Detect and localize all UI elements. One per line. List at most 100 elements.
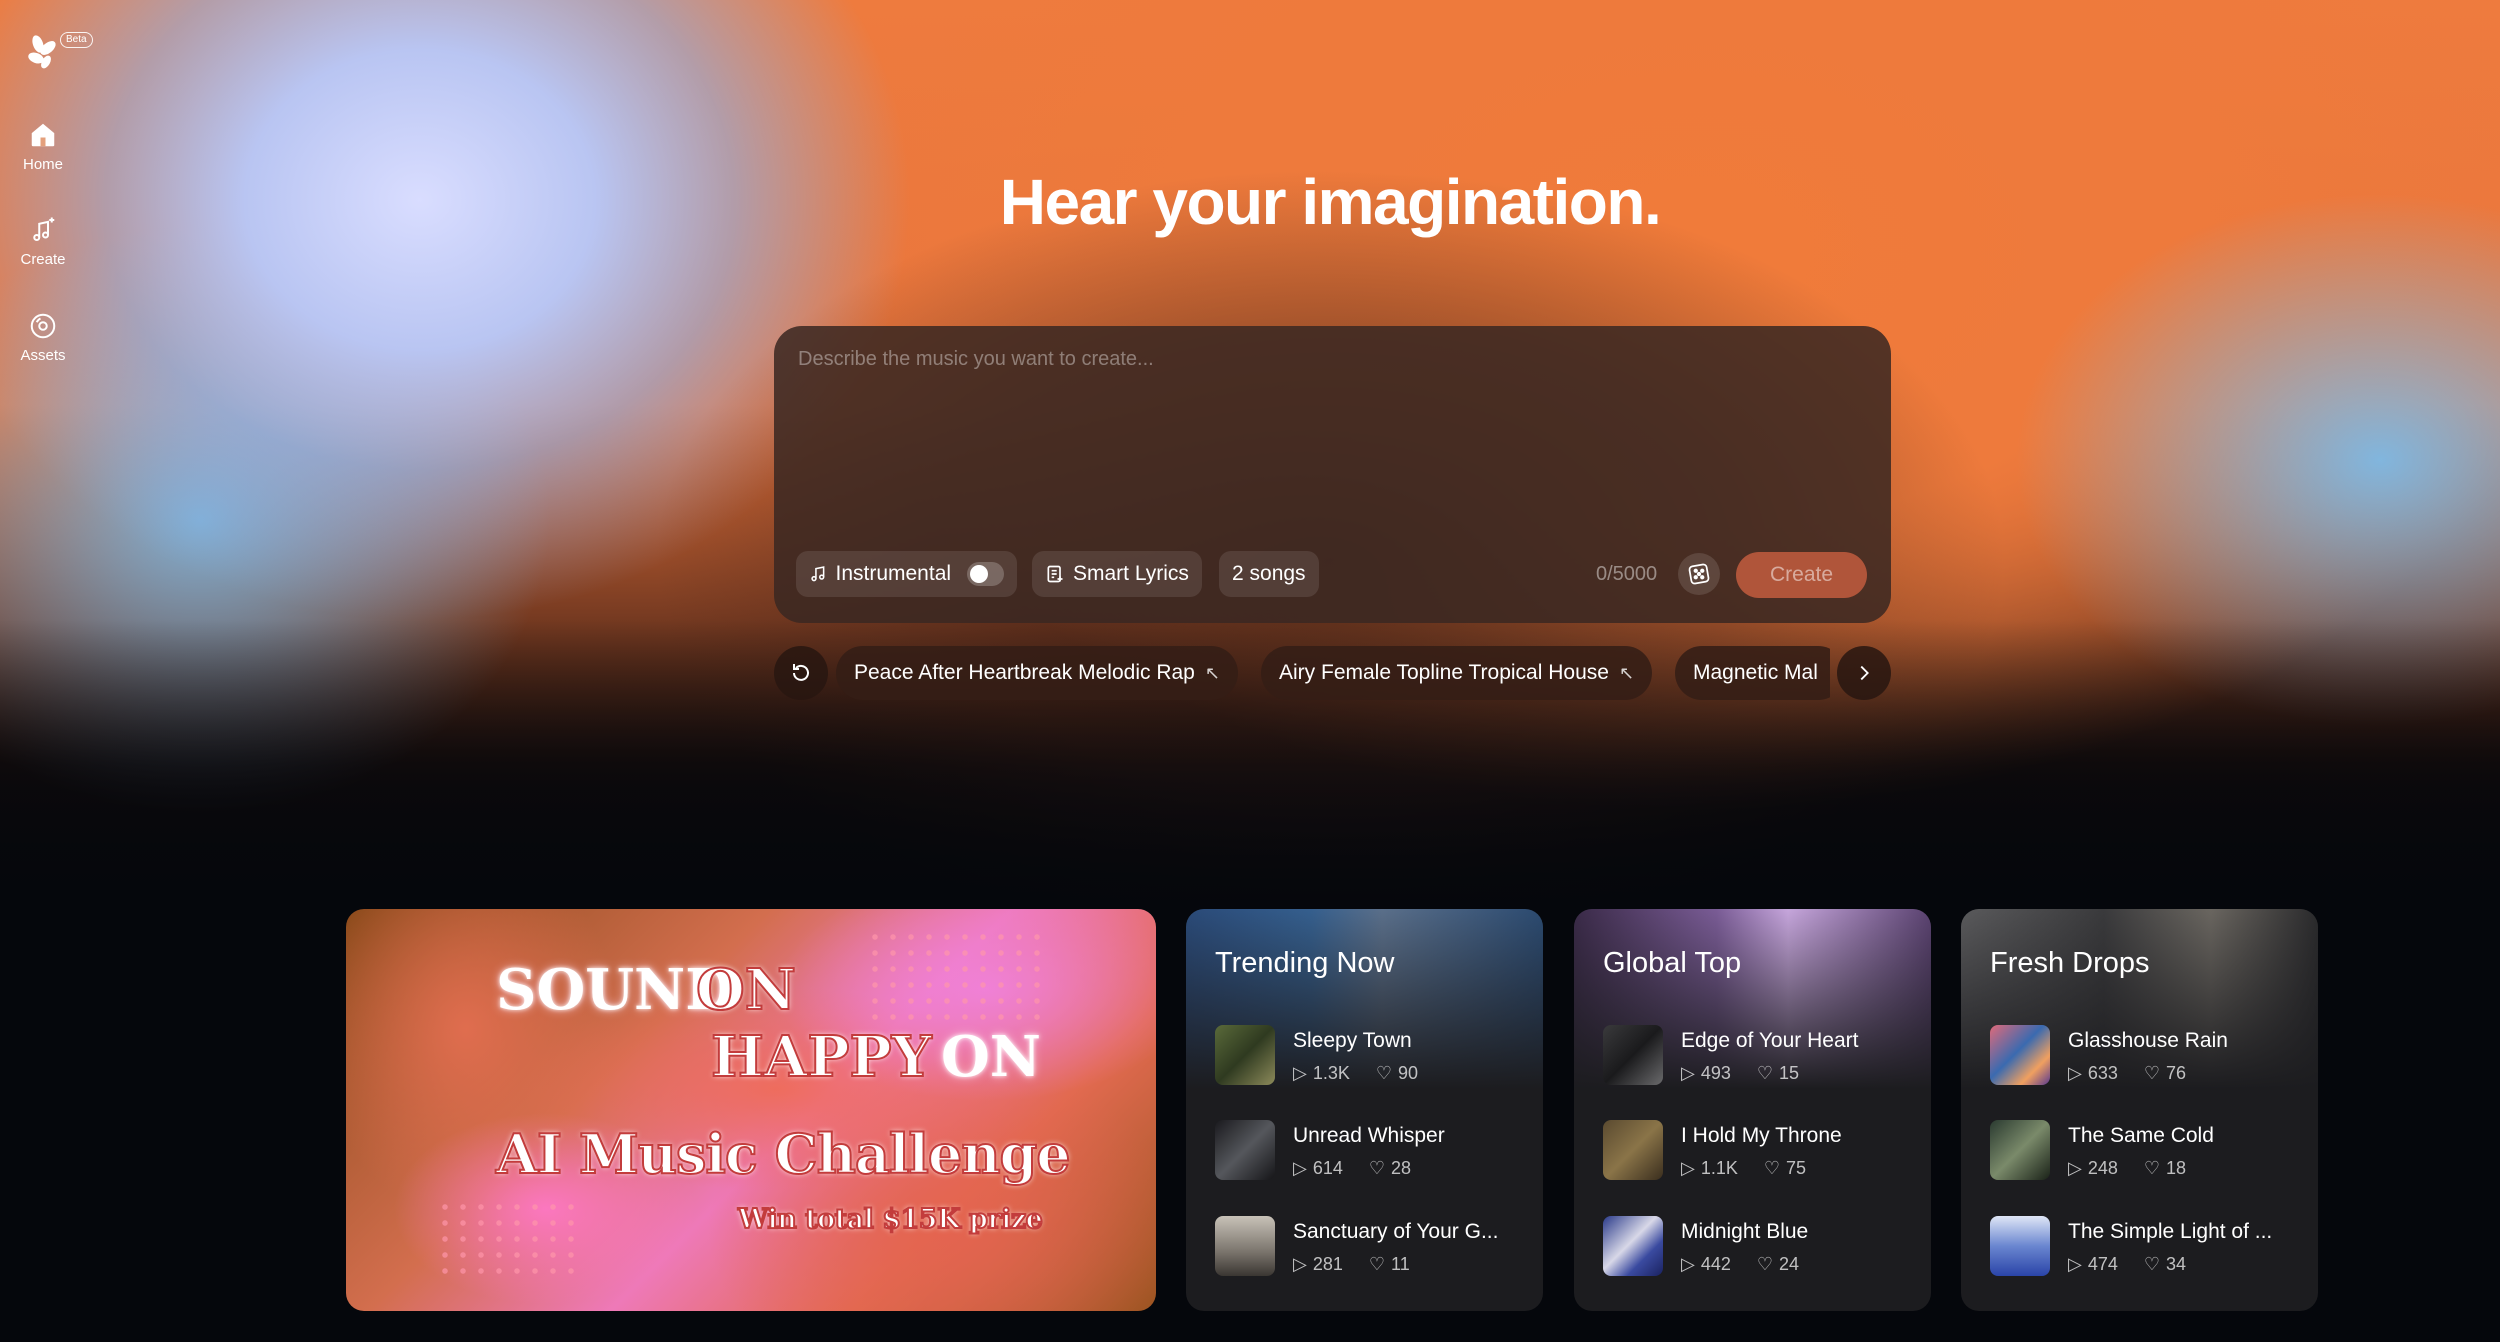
create-button[interactable]: Create [1736,552,1867,598]
song-title: Edge of Your Heart [1681,1029,1859,1052]
song-cover [1603,1025,1663,1085]
play-count-icon: ▷ [1293,1063,1307,1083]
instrumental-switch[interactable] [967,562,1004,586]
suggestion-chip[interactable]: Airy Female Topline Tropical House ↖ [1261,646,1653,700]
chevron-right-icon [1860,665,1869,681]
song-item[interactable]: Edge of Your Heart ▷ 493 ♡ 15 [1603,1025,1923,1087]
suggestion-chip[interactable]: Magnetic Mal [1675,646,1830,700]
play-count-icon: ▷ [2068,1158,2082,1178]
sidebar-item-label: Assets [20,347,66,364]
song-item[interactable]: The Simple Light of ... ▷ 474 ♡ 34 [1990,1216,2310,1278]
song-cover [1990,1025,2050,1085]
play-count: 1.3K [1312,1063,1350,1083]
dice-icon [1688,563,1710,585]
song-stats: ▷ 474 ♡ 34 [2068,1254,2186,1275]
music-note-icon [811,566,825,582]
song-title: Sleepy Town [1293,1029,1412,1052]
song-count-selector[interactable]: 2 songs [1219,551,1319,597]
banner-line4: Win total $15K prize [737,1203,1044,1236]
home-icon [31,123,55,147]
like-count: 15 [1779,1063,1800,1083]
next-suggestions-button[interactable] [1837,646,1891,700]
play-count: 248 [2087,1158,2118,1178]
heart-icon: ♡ [2143,1063,2161,1083]
like-count: 24 [1779,1254,1800,1274]
app-logo-icon[interactable] [24,30,64,74]
heart-icon: ♡ [1756,1254,1774,1274]
song-cover [1990,1120,2050,1180]
suggestion-label: Magnetic Mal [1693,661,1818,684]
sidebar-item-assets[interactable]: Assets [0,311,86,364]
play-count-icon: ▷ [1681,1254,1695,1274]
prompt-box: Instrumental Smart Lyrics 2 songs 0/5000… [774,326,1891,623]
play-count-icon: ▷ [2068,1063,2082,1083]
lyrics-doc-icon [1047,565,1063,583]
instrumental-toggle[interactable]: Instrumental [796,551,1017,597]
like-count: 28 [1391,1158,1412,1178]
page-title: Hear your imagination. [999,166,1662,238]
song-title: Midnight Blue [1681,1220,1809,1243]
music-description-input[interactable] [798,348,1858,528]
song-cover [1603,1216,1663,1276]
beta-badge: Beta [60,32,93,48]
play-count: 281 [1312,1254,1343,1274]
song-stats: ▷ 614 ♡ 28 [1293,1158,1411,1179]
random-prompt-button[interactable] [1678,553,1720,595]
card-title[interactable]: Global Top [1603,947,1741,980]
trending-now-card: Trending Now Sleepy Town ▷ 1.3K ♡ 90 Unrea… [1186,909,1543,1311]
song-count-label: 2 songs [1232,562,1306,585]
song-item[interactable]: Glasshouse Rain ▷ 633 ♡ 76 [1990,1025,2310,1087]
fresh-drops-card: Fresh Drops Glasshouse Rain ▷ 633 ♡ 76 The… [1961,909,2318,1311]
suggestion-label: Peace After Heartbreak Melodic Rap [854,661,1195,684]
sidebar-item-label: Create [20,251,66,268]
smart-lyrics-label: Smart Lyrics [1073,562,1189,585]
like-count: 75 [1786,1158,1807,1178]
song-item[interactable]: Midnight Blue ▷ 442 ♡ 24 [1603,1216,1923,1278]
like-count: 18 [2166,1158,2187,1178]
like-count: 34 [2166,1254,2187,1274]
heart-icon: ♡ [2143,1158,2161,1178]
play-count: 1.1K [1700,1158,1738,1178]
heart-icon: ♡ [1368,1254,1386,1274]
song-item[interactable]: Unread Whisper ▷ 614 ♡ 28 [1215,1120,1535,1182]
refresh-suggestions-button[interactable] [774,646,828,700]
play-count: 442 [1700,1254,1731,1274]
play-count: 474 [2087,1254,2118,1274]
play-count: 633 [2087,1063,2118,1083]
card-title[interactable]: Trending Now [1215,947,1394,980]
card-title[interactable]: Fresh Drops [1990,947,2150,980]
song-cover [1215,1216,1275,1276]
play-count-icon: ▷ [1293,1254,1307,1274]
song-stats: ▷ 1.1K ♡ 75 [1681,1158,1806,1179]
song-item[interactable]: The Same Cold ▷ 248 ♡ 18 [1990,1120,2310,1182]
play-count: 493 [1700,1063,1731,1083]
like-count: 90 [1398,1063,1419,1083]
instrumental-label: Instrumental [835,562,952,585]
banner-line3: AI Music Challenge [495,1121,1072,1187]
song-cover [1215,1120,1275,1180]
song-title: I Hold My Throne [1681,1124,1842,1147]
heart-icon: ♡ [1763,1158,1781,1178]
song-item[interactable]: I Hold My Throne ▷ 1.1K ♡ 75 [1603,1120,1923,1182]
song-stats: ▷ 281 ♡ 11 [1293,1254,1410,1275]
song-item[interactable]: Sleepy Town ▷ 1.3K ♡ 90 [1215,1025,1535,1087]
challenge-banner[interactable]: SOUND ON HAPPY ON AI Music Challenge Win… [346,909,1156,1311]
banner-line2a: HAPPY [710,1023,933,1091]
like-count: 11 [1391,1254,1410,1274]
song-cover [1603,1120,1663,1180]
song-stats: ▷ 442 ♡ 24 [1681,1254,1799,1275]
arrow-up-left-icon: ↖ [1204,662,1220,683]
song-cover [1215,1025,1275,1085]
suggestion-chip[interactable]: Peace After Heartbreak Melodic Rap ↖ [836,646,1238,700]
heart-icon: ♡ [1756,1063,1774,1083]
heart-icon: ♡ [1375,1063,1393,1083]
song-stats: ▷ 633 ♡ 76 [2068,1063,2186,1084]
banner-dots [436,1199,576,1279]
play-count: 614 [1312,1158,1343,1178]
like-count: 76 [2166,1063,2187,1083]
song-item[interactable]: Sanctuary of Your G... ▷ 281 ♡ 11 [1215,1216,1535,1278]
song-stats: ▷ 248 ♡ 18 [2068,1158,2186,1179]
refresh-icon [793,664,809,681]
play-count-icon: ▷ [1293,1158,1307,1178]
smart-lyrics-button[interactable]: Smart Lyrics [1032,551,1202,597]
